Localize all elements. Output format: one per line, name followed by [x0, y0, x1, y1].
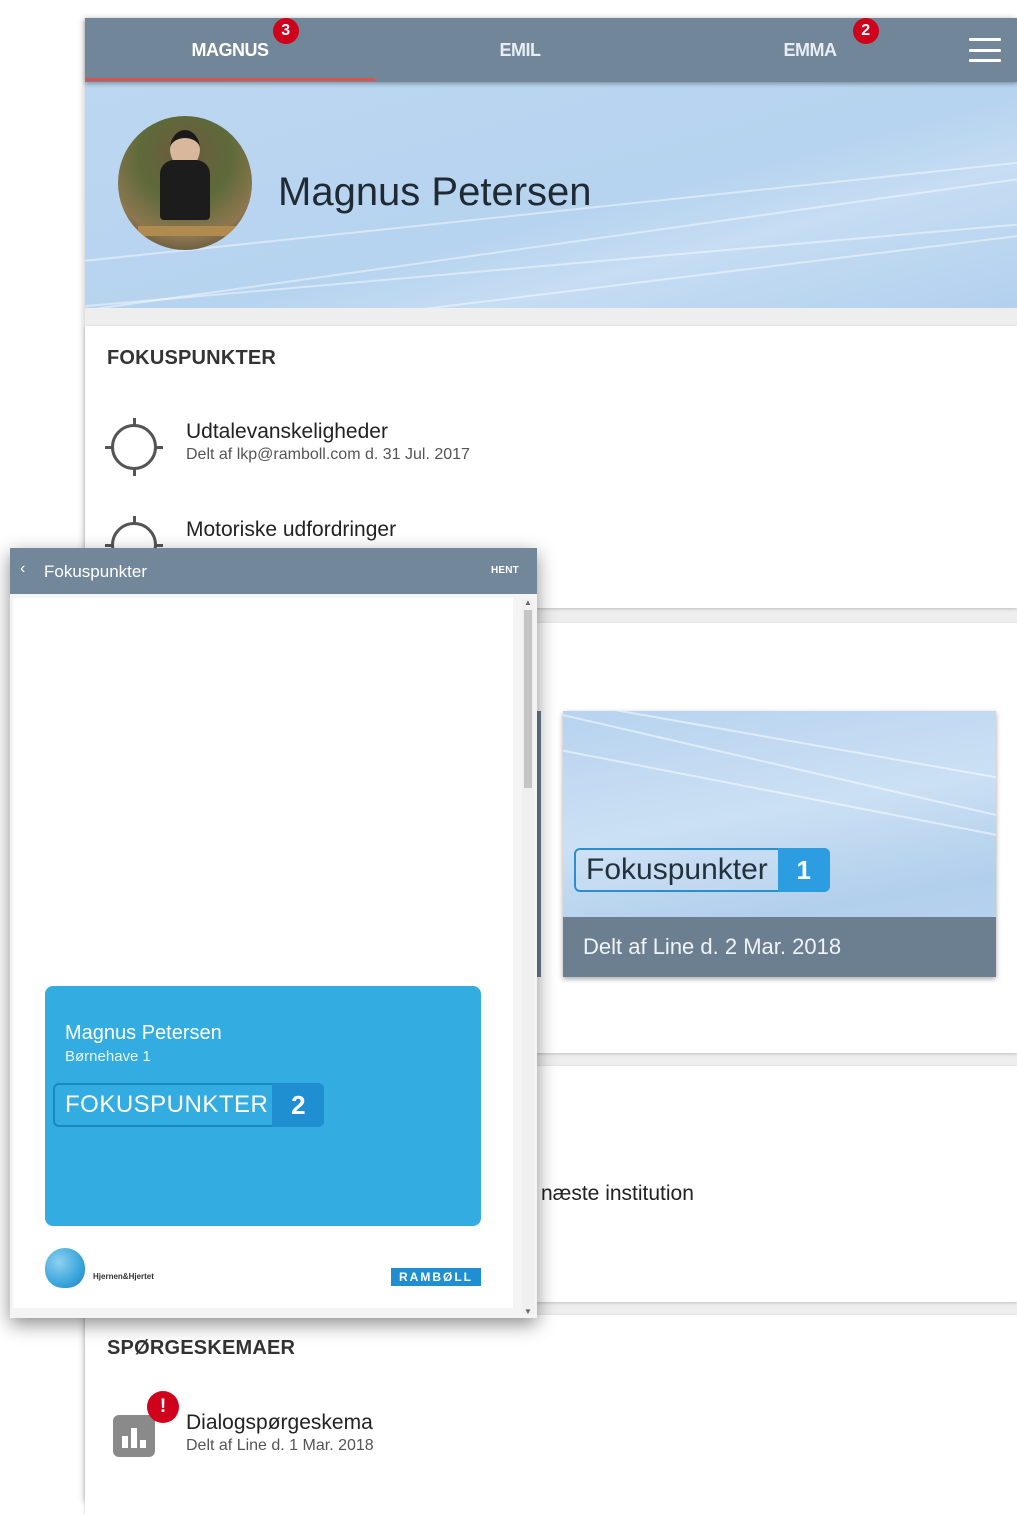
scroll-down-icon[interactable]: ▼: [524, 1307, 532, 1316]
bar-chart-icon: !: [107, 1391, 179, 1463]
child-tab-bar: MAGNUS 3 EMIL EMMA 2: [85, 17, 1017, 82]
tab-emma-label: EMMA: [783, 39, 838, 60]
preview-toolbar: ‹ Fokuspunkter HENT: [10, 548, 537, 594]
ramboll-logo: RAMBØLL: [391, 1268, 481, 1286]
preview-scrollbar[interactable]: ▲ ▼: [522, 598, 534, 1316]
avatar: [118, 116, 252, 250]
partial-item-title[interactable]: næste institution: [541, 1182, 694, 1206]
tab-emil-label: EMIL: [499, 39, 542, 60]
tab-magnus[interactable]: MAGNUS 3: [85, 17, 375, 82]
tile-label: Fokuspunkter 1: [574, 848, 830, 892]
tab-emil[interactable]: EMIL: [375, 18, 665, 82]
document-preview-window: ‹ Fokuspunkter HENT Magnus Petersen Børn…: [10, 548, 537, 1318]
active-tab-indicator: [85, 78, 375, 81]
hjernen-hjertet-logo: Hjernen&Hjertet: [45, 1248, 205, 1292]
tab-magnus-label: MAGNUS: [191, 39, 270, 60]
profile-name: Magnus Petersen: [278, 170, 592, 214]
tab-emma-badge: 2: [852, 17, 879, 44]
doc-group: Børnehave 1: [65, 1048, 151, 1065]
item-title: Motoriske udfordringer: [186, 518, 397, 541]
tab-emma[interactable]: EMMA 2: [665, 17, 955, 82]
doc-count: 2: [272, 1083, 325, 1127]
item-title: Udtalevanskeligheder: [186, 420, 388, 443]
section-title-questionnaires: SPØRGESKEMAER: [107, 1337, 296, 1359]
profile-header: Magnus Petersen: [85, 82, 1017, 308]
tile-label-text: Fokuspunkter: [586, 853, 768, 886]
doc-label-text: FOKUSPUNKTER: [65, 1091, 269, 1118]
item-subtitle: Delt af Line d. 1 Mar. 2018: [186, 1437, 374, 1454]
hamburger-menu-icon[interactable]: [969, 38, 1001, 62]
questionnaires-card: SPØRGESKEMAER ! Dialogspørgeskema Delt a…: [85, 1315, 1017, 1515]
section-title-fokuspunkter: FOKUSPUNKTER: [107, 347, 277, 369]
preview-page: Magnus Petersen Børnehave 1 FOKUSPUNKTER…: [13, 598, 513, 1308]
fokuspunkter-tile[interactable]: Fokuspunkter 1 Delt af Line d. 2 Mar. 20…: [563, 711, 996, 977]
item-title: Dialogspørgeskema: [186, 1411, 373, 1434]
alert-badge: !: [147, 1391, 179, 1423]
item-subtitle: Delt af lkp@ramboll.com d. 31 Jul. 2017: [186, 446, 470, 463]
crosshair-icon: [105, 418, 163, 476]
scrollbar-thumb[interactable]: [524, 610, 532, 788]
back-chevron-icon[interactable]: ‹: [20, 560, 25, 578]
preview-title: Fokuspunkter: [44, 562, 147, 581]
doc-label: FOKUSPUNKTER 2: [53, 1083, 325, 1127]
tile-count: 1: [777, 848, 830, 892]
document-cover: Magnus Petersen Børnehave 1 FOKUSPUNKTER…: [45, 986, 481, 1226]
doc-child-name: Magnus Petersen: [65, 1022, 222, 1044]
heart-logo-icon: [45, 1248, 85, 1288]
tile-footer: Delt af Line d. 2 Mar. 2018: [563, 917, 996, 977]
logo-text: Hjernen&Hjertet: [93, 1272, 154, 1281]
download-button[interactable]: HENT: [491, 565, 519, 576]
scroll-up-icon[interactable]: ▲: [524, 598, 532, 607]
tab-magnus-badge: 3: [272, 17, 299, 44]
